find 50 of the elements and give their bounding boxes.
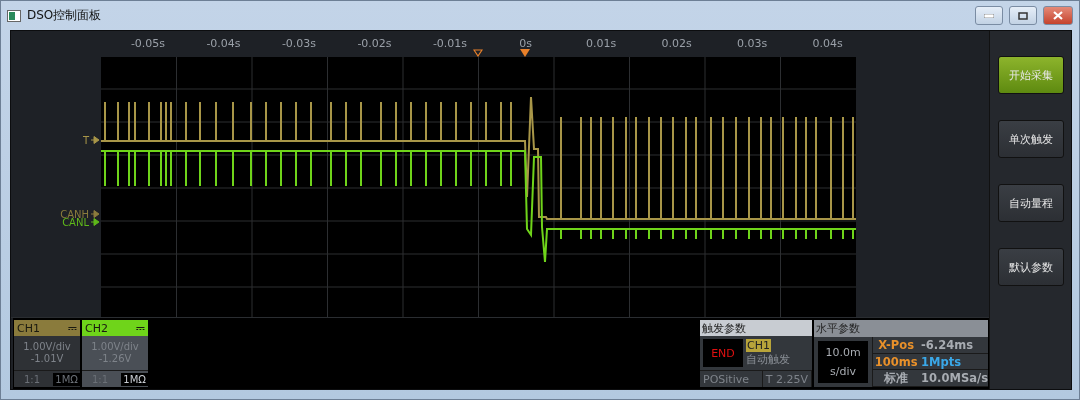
- time-tick-label: 0.01s: [585, 37, 617, 50]
- input-impedance: 1MΩ: [53, 372, 80, 386]
- action-button[interactable]: 默认参数: [997, 248, 1064, 286]
- time-tick-label: 0.04s: [812, 37, 843, 50]
- action-button[interactable]: 自动量程: [997, 184, 1064, 222]
- channel-panel[interactable]: CH1 ⎓ 1.00V/div -1.01V 1:1 1MΩ: [14, 320, 80, 387]
- arrow-icon: [91, 136, 99, 144]
- minimize-icon: [984, 13, 994, 18]
- time-tick-label: -0.04s: [206, 37, 241, 50]
- close-button[interactable]: [1043, 6, 1073, 25]
- window-title: DSO控制面板: [27, 7, 103, 24]
- parameter-value: 1Mpts: [920, 354, 962, 369]
- timebase-unit: s/div: [830, 365, 857, 378]
- maximize-icon: [1018, 11, 1028, 20]
- channel-name: CH1: [17, 321, 40, 335]
- time-tick-label: -0.03s: [281, 37, 317, 50]
- volts-per-div: 1.00V/div: [23, 341, 71, 353]
- maximize-button[interactable]: [1009, 6, 1037, 25]
- parameter-label: 标准: [883, 370, 910, 386]
- parameter-value: 10.0MSa/s: [920, 371, 988, 386]
- channel-offset: -1.01V: [30, 353, 64, 365]
- panel-title: 触发参数: [700, 320, 812, 336]
- trigger-mode: 自动触发: [746, 352, 790, 367]
- trigger-slope: POSitive: [700, 371, 763, 387]
- time-tick-label: -0.01s: [432, 37, 468, 50]
- time-tick-label: -0.05s: [130, 37, 166, 50]
- timebase-value: 10.0m: [825, 346, 861, 359]
- time-tick-label: -0.02s: [357, 37, 392, 50]
- time-tick-label: 0s: [519, 37, 532, 50]
- close-icon: [1053, 11, 1063, 20]
- panel-title: 水平参数: [814, 320, 988, 337]
- coupling-label: ⎓: [68, 321, 77, 335]
- action-button[interactable]: 单次触发: [997, 120, 1064, 158]
- time-tick-label: 0.02s: [661, 37, 692, 50]
- app-icon: [7, 9, 21, 22]
- parameter-label: X-Pos: [877, 337, 916, 352]
- probe-ratio: 1:1: [24, 373, 41, 385]
- input-impedance: 1MΩ: [121, 372, 148, 386]
- time-tick-label: 0.03s: [736, 37, 768, 50]
- level-marker: T: [82, 136, 99, 146]
- trigger-level: T 2.25V: [762, 371, 812, 387]
- level-marker: CANL: [62, 218, 99, 228]
- trigger-status: END: [703, 339, 743, 367]
- channel-name: CH2: [85, 321, 108, 335]
- trigger-marker-icon: [473, 49, 483, 57]
- coupling-label: ⎓: [136, 321, 145, 335]
- trigger-source: CH1: [746, 339, 771, 352]
- minimize-button[interactable]: [975, 6, 1003, 25]
- parameter-label: 100ms: [873, 354, 919, 369]
- parameter-value: -6.24ms: [920, 337, 974, 352]
